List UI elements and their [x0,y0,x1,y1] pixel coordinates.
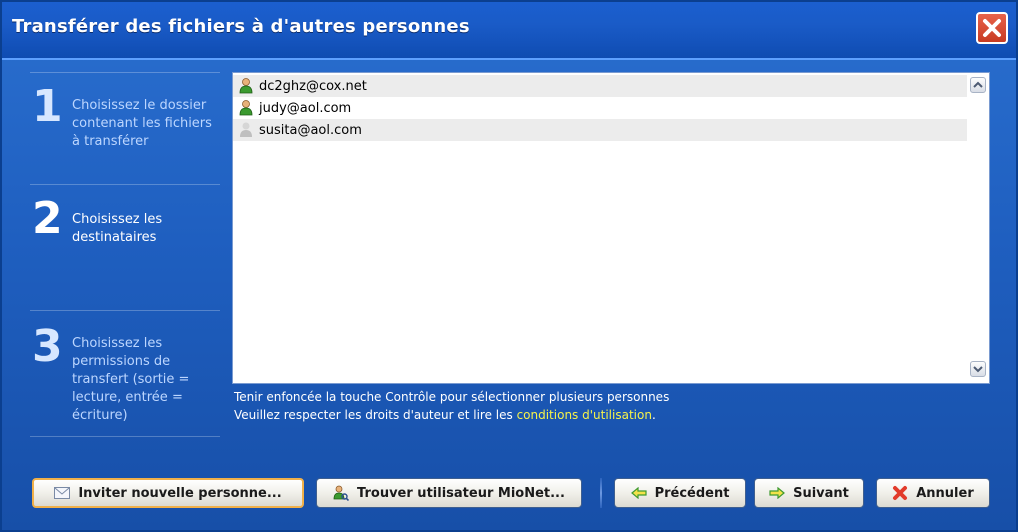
copyright-hint: Veuillez respecter les droits d'auteur e… [234,406,669,424]
step-3: 3 Choisissez les permissions de transfer… [30,310,220,436]
recipient-email: dc2ghz@cox.net [259,78,367,94]
dialog-title: Transférer des fichiers à d'autres perso… [12,16,470,37]
recipient-email: judy@aol.com [259,100,352,116]
title-bar[interactable]: Transférer des fichiers à d'autres perso… [2,2,1016,60]
cancel-label: Annuler [916,485,974,501]
multi-select-hint: Tenir enfoncée la touche Contrôle pour s… [234,390,670,404]
button-bar: Inviter nouvelle personne... Trouver uti… [2,464,1016,528]
terms-link[interactable]: conditions d'utilisation [517,408,652,422]
find-user-button[interactable]: Trouver utilisateur MioNet... [316,478,582,508]
find-user-label: Trouver utilisateur MioNet... [357,485,565,501]
list-scrollbar[interactable] [967,73,989,383]
recipient-email: susita@aol.com [259,122,362,138]
list-item[interactable]: susita@aol.com [233,119,967,141]
cancel-button[interactable]: Annuler [876,478,990,508]
copyright-prefix: Veuillez respecter les droits d'auteur e… [234,408,517,422]
previous-label: Précédent [654,485,730,501]
list-item[interactable]: judy@aol.com [233,97,967,119]
arrow-left-icon [630,487,647,499]
chevron-up-icon [973,81,983,88]
previous-button[interactable]: Précédent [614,478,746,508]
user-online-icon [239,100,253,116]
steps-divider [30,436,220,437]
close-icon [983,19,1001,37]
user-search-icon [333,485,350,501]
step-number: 3 [32,321,63,372]
next-button[interactable]: Suivant [754,478,864,508]
copyright-suffix: . [651,408,656,422]
invite-label: Inviter nouvelle personne... [78,485,282,501]
list-item[interactable]: dc2ghz@cox.net [233,75,967,97]
scroll-down-button[interactable] [970,361,986,377]
next-label: Suivant [793,485,849,501]
scroll-up-button[interactable] [970,77,986,93]
chevron-down-icon [973,366,983,373]
step-1: 1 Choisissez le dossier contenant les fi… [30,72,220,184]
step-label: Choisissez le dossier contenant les fich… [72,98,212,149]
button-divider [600,478,602,508]
step-2: 2 Choisissez les destinataires [30,184,220,310]
user-offline-icon [240,122,252,137]
transfer-dialog: Transférer des fichiers à d'autres perso… [0,0,1018,532]
close-button[interactable] [976,12,1008,44]
wizard-steps: 1 Choisissez le dossier contenant les fi… [30,72,220,442]
hint-text: Tenir enfoncée la touche Contrôle pour s… [234,388,669,424]
step-number: 1 [32,81,63,132]
user-online-icon [239,78,253,94]
cancel-x-icon [892,485,908,501]
step-label: Choisissez les permissions de transfert … [72,336,190,423]
arrow-right-icon [769,487,786,499]
recipients-list[interactable]: dc2ghz@cox.net judy@aol.com susita@aol.c… [232,72,990,384]
envelope-icon [54,487,71,499]
step-number: 2 [32,193,63,244]
step-label: Choisissez les destinataires [72,212,163,245]
invite-button[interactable]: Inviter nouvelle personne... [32,478,304,508]
